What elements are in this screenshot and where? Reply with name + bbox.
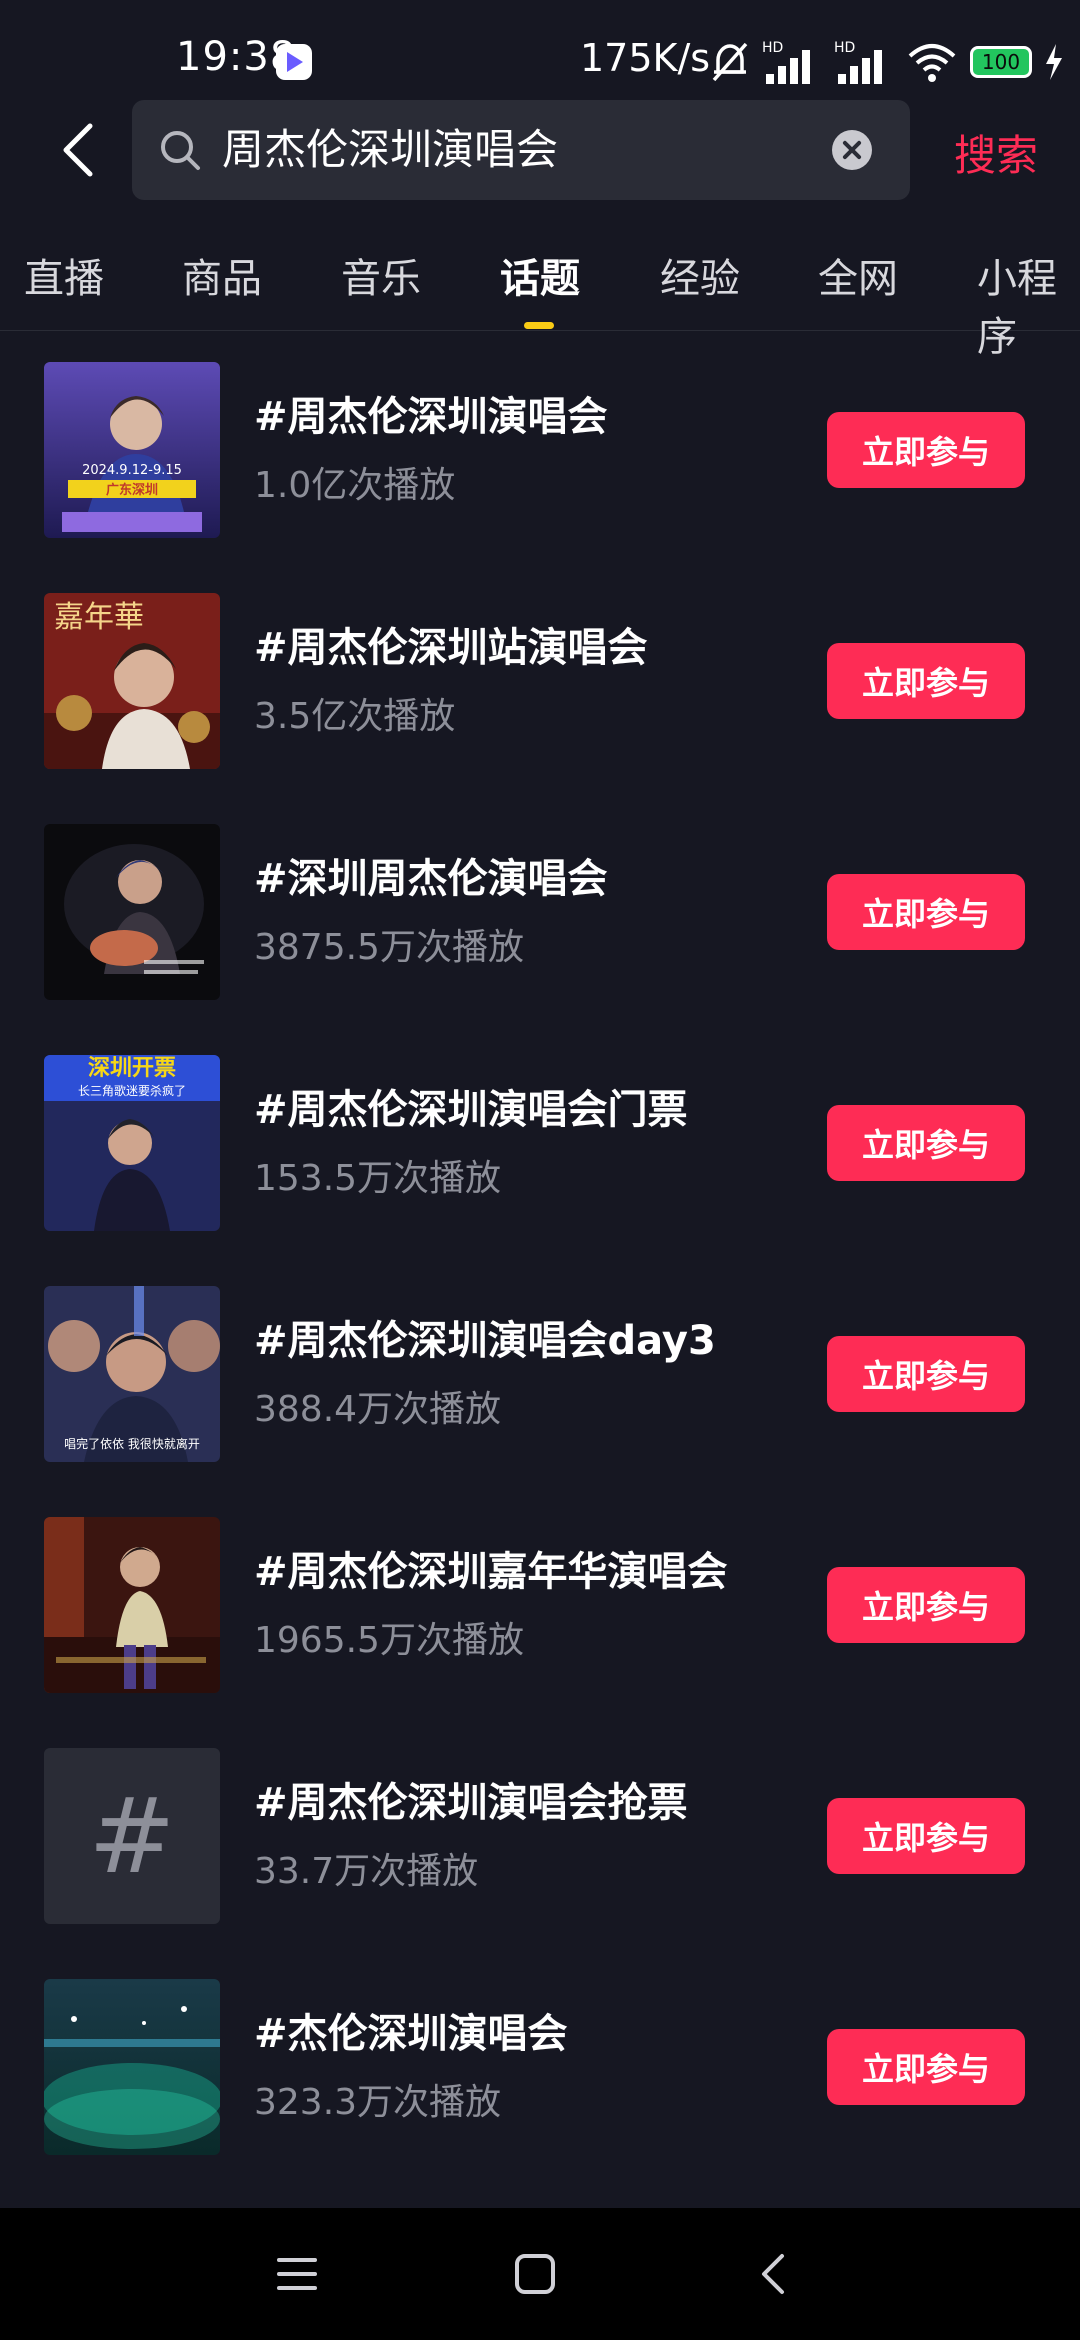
category-tabs: 直播 商品 音乐 话题 经验 全网 小程序	[0, 234, 1080, 360]
back-nav-button[interactable]	[738, 2242, 808, 2306]
topic-title: #杰伦深圳演唱会	[254, 2011, 568, 2057]
list-item[interactable]: # #周杰伦深圳演唱会抢票 33.7万次播放 立即参与	[0, 1718, 1080, 1949]
topic-title: #周杰伦深圳嘉年华演唱会	[254, 1549, 728, 1595]
chevron-left-icon	[63, 123, 93, 177]
topic-play-count: 3875.5万次播放	[254, 927, 524, 968]
svg-text:HD: HD	[834, 40, 855, 56]
topic-thumbnail	[44, 824, 220, 1000]
thumb-sub-text: 长三角歌迷要杀疯了	[78, 1083, 186, 1098]
home-square-icon	[515, 2254, 555, 2294]
topic-thumbnail: #	[44, 1748, 220, 1924]
topic-title: #周杰伦深圳站演唱会	[254, 625, 648, 671]
list-item[interactable]: 唱完了依依 我很快就离开 #周杰伦深圳演唱会day3 388.4万次播放 立即参…	[0, 1256, 1080, 1487]
system-nav-bar	[0, 2208, 1080, 2340]
tab-products[interactable]: 商品	[182, 246, 262, 304]
topic-title: #周杰伦深圳演唱会抢票	[254, 1780, 688, 1826]
topic-play-count: 33.7万次播放	[254, 1851, 479, 1892]
menu-icon	[277, 2258, 317, 2290]
back-button[interactable]	[48, 112, 108, 188]
thumb-title-text: 嘉年華	[54, 600, 144, 635]
topic-title: #深圳周杰伦演唱会	[254, 856, 608, 902]
signal-hd-icon-2: HD	[834, 40, 882, 84]
topic-play-count: 153.5万次播放	[254, 1158, 502, 1199]
tab-experience[interactable]: 经验	[660, 246, 740, 304]
topic-thumbnail	[44, 1517, 220, 1693]
tab-topics[interactable]: 话题	[500, 246, 580, 304]
join-button[interactable]: 立即参与	[827, 1105, 1025, 1181]
search-button[interactable]: 搜索	[954, 122, 1038, 183]
battery-indicator: 100	[970, 46, 1032, 78]
signal-hd-icon: HD	[762, 40, 810, 84]
home-button[interactable]	[500, 2242, 570, 2306]
join-button[interactable]: 立即参与	[827, 643, 1025, 719]
topic-thumbnail: 深圳开票 长三角歌迷要杀疯了	[44, 1055, 220, 1231]
video-app-icon	[276, 44, 312, 80]
list-item[interactable]: #杰伦深圳演唱会 323.3万次播放 立即参与	[0, 1949, 1080, 2180]
list-item[interactable]: 2024.9.12-9.15 广东深圳 #周杰伦深圳演唱会 1.0亿次播放 立即…	[0, 332, 1080, 563]
topic-play-count: 1965.5万次播放	[254, 1620, 524, 1661]
list-item[interactable]: #周杰伦深圳嘉年华演唱会 1965.5万次播放 立即参与	[0, 1487, 1080, 1718]
join-button[interactable]: 立即参与	[827, 2029, 1025, 2105]
wifi-icon	[908, 44, 956, 82]
thumb-place-text: 广东深圳	[106, 482, 158, 498]
join-button[interactable]: 立即参与	[827, 874, 1025, 950]
back-arrow-icon	[762, 2254, 784, 2294]
hashtag-icon: #	[88, 1775, 176, 1897]
topic-thumbnail: 唱完了依依 我很快就离开	[44, 1286, 220, 1462]
thumb-caption-text: 唱完了依依 我很快就离开	[64, 1436, 200, 1451]
tab-live[interactable]: 直播	[24, 246, 104, 304]
topic-title: #周杰伦深圳演唱会	[254, 394, 608, 440]
search-input[interactable]: 周杰伦深圳演唱会	[132, 100, 910, 200]
topic-title: #周杰伦深圳演唱会day3	[254, 1318, 716, 1364]
clear-icon[interactable]	[832, 130, 872, 170]
svg-text:HD: HD	[762, 40, 783, 56]
thumb-date-text: 2024.9.12-9.15	[82, 463, 182, 478]
topic-title: #周杰伦深圳演唱会门票	[254, 1087, 688, 1133]
list-item[interactable]: 深圳开票 长三角歌迷要杀疯了 #周杰伦深圳演唱会门票 153.5万次播放 立即参…	[0, 1025, 1080, 1256]
charging-icon	[1046, 44, 1062, 80]
topic-play-count: 323.3万次播放	[254, 2082, 502, 2123]
join-button[interactable]: 立即参与	[827, 412, 1025, 488]
topic-thumbnail: 嘉年華	[44, 593, 220, 769]
search-icon	[161, 131, 200, 170]
topic-play-count: 1.0亿次播放	[254, 465, 456, 506]
topic-thumbnail: 2024.9.12-9.15 广东深圳	[44, 362, 220, 538]
menu-button[interactable]	[262, 2242, 332, 2306]
search-query-text: 周杰伦深圳演唱会	[222, 125, 559, 174]
topic-play-count: 388.4万次播放	[254, 1389, 502, 1430]
active-tab-indicator	[524, 322, 554, 329]
list-item[interactable]: 嘉年華 #周杰伦深圳站演唱会 3.5亿次播放 立即参与	[0, 563, 1080, 794]
tab-music[interactable]: 音乐	[341, 246, 421, 304]
network-speed: 175K/s	[580, 36, 711, 80]
list-item[interactable]: #深圳周杰伦演唱会 3875.5万次播放 立即参与	[0, 794, 1080, 1025]
topic-play-count: 3.5亿次播放	[254, 696, 456, 737]
join-button[interactable]: 立即参与	[827, 1798, 1025, 1874]
join-button[interactable]: 立即参与	[827, 1336, 1025, 1412]
join-button[interactable]: 立即参与	[827, 1567, 1025, 1643]
tab-web[interactable]: 全网	[818, 246, 898, 304]
mute-bell-icon	[712, 42, 748, 82]
topic-thumbnail	[44, 1979, 220, 2155]
status-icons: HD HD 100	[710, 36, 1064, 88]
thumb-headline-text: 深圳开票	[88, 1056, 176, 1081]
